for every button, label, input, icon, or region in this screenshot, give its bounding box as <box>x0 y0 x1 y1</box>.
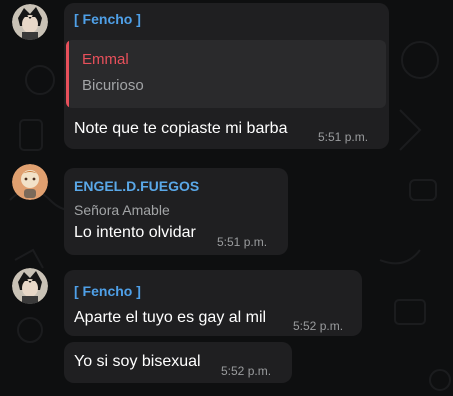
message-time: 5:51 p.m. <box>318 130 369 144</box>
message-bubble[interactable]: ENGEL.D.FUEGOS Señora Amable Lo intento … <box>64 168 288 255</box>
message-time: 5:51 p.m. <box>217 235 268 249</box>
reply-sender-name: Emmal <box>82 51 129 68</box>
avatar-engel[interactable] <box>12 164 48 200</box>
message-text: Lo intento olvidar <box>74 224 196 241</box>
message-time: 5:52 p.m. <box>221 364 272 378</box>
message-bubble[interactable]: Yo si soy bisexual 5:52 p.m. <box>64 342 292 383</box>
message-bubble[interactable]: [ Fencho ] Emmal Bicurioso Note que te c… <box>64 3 389 149</box>
avatar-fencho[interactable] <box>12 4 48 40</box>
sender-name[interactable]: ENGEL.D.FUEGOS <box>74 178 199 194</box>
message-time: 5:52 p.m. <box>293 319 344 333</box>
reply-quote[interactable]: Emmal Bicurioso <box>66 40 386 108</box>
message-text: Aparte el tuyo es gay al mil <box>74 309 267 326</box>
message-text: Note que te copiaste mi barba <box>74 120 288 137</box>
sender-name[interactable]: [ Fencho ] <box>74 283 141 299</box>
message-text: Yo si soy bisexual <box>74 353 201 370</box>
avatar-image <box>12 268 48 304</box>
reply-text: Bicurioso <box>82 77 144 94</box>
sender-name[interactable]: [ Fencho ] <box>74 11 141 27</box>
avatar-image <box>12 164 48 200</box>
sender-title: Señora Amable <box>74 202 170 218</box>
reply-accent-bar <box>66 40 69 108</box>
avatar-fencho[interactable] <box>12 268 48 304</box>
message-bubble[interactable]: [ Fencho ] Aparte el tuyo es gay al mil … <box>64 270 362 336</box>
avatar-image <box>12 4 48 40</box>
